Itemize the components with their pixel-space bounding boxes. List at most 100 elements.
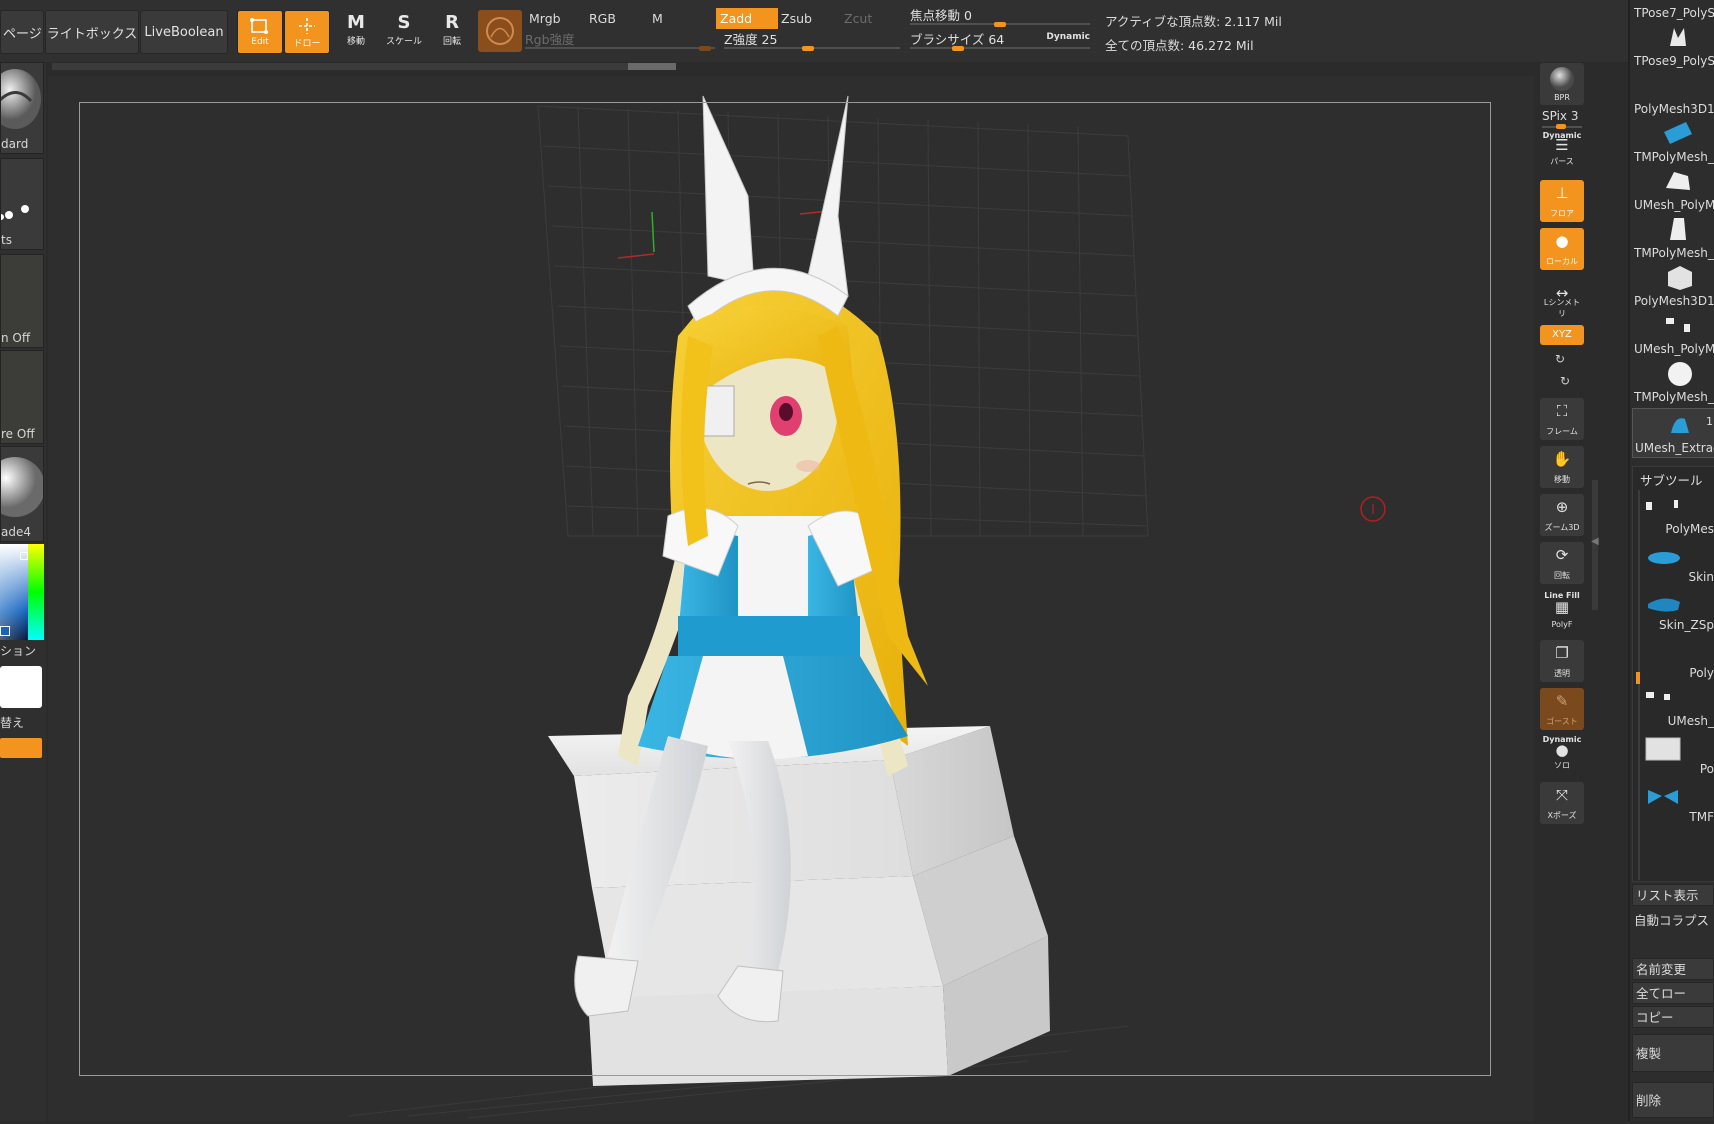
tool-item[interactable]: PolyMesh3D1_	[1632, 262, 1714, 310]
white-mesh-thumb-icon	[1666, 172, 1690, 190]
alpha-label: n Off	[1, 331, 31, 345]
polyf-label: PolyF	[1551, 620, 1573, 629]
move-view-button[interactable]: ✋ 移動	[1540, 446, 1584, 488]
subtool-item[interactable]: PolyMes	[1640, 494, 1714, 538]
hue-strip[interactable]	[28, 544, 44, 640]
subtool-item[interactable]: Skin_ZSp	[1640, 590, 1714, 634]
draw-size-slider[interactable]: ブラシサイズ 64 Dynamic	[910, 30, 1090, 51]
transparent-button[interactable]: ❐ 透明	[1540, 640, 1584, 682]
color-cursor[interactable]	[20, 552, 28, 560]
rgb-intensity-slider[interactable]: Rgb強度	[525, 30, 715, 51]
list-view-button[interactable]: リスト表示	[1632, 884, 1714, 906]
stroke-selector[interactable]: ts	[0, 158, 44, 250]
tool-item[interactable]: TPose7_PolySp	[1632, 0, 1714, 22]
page-button[interactable]: ページ	[0, 10, 44, 54]
subtool-item[interactable]: UMesh_	[1640, 686, 1714, 730]
tool-item[interactable]: UMesh_PolyMe	[1632, 310, 1714, 358]
rgb-intensity-knob[interactable]	[699, 46, 711, 51]
tool-item-name: PolyMesh3D1_	[1634, 102, 1714, 116]
duplicate-button[interactable]: 複製	[1632, 1034, 1714, 1072]
rotate-view-label: 回転	[1554, 571, 1570, 580]
lightbox-button[interactable]: ライトボックス	[45, 10, 139, 54]
tool-item-name: PolyMesh3D1_	[1634, 294, 1714, 308]
subtool-item-name: Poly	[1689, 666, 1714, 680]
focal-shift-slider[interactable]: 焦点移動 0	[910, 6, 1090, 27]
color-picker[interactable]	[0, 544, 44, 640]
texture-selector[interactable]: re Off	[0, 350, 44, 444]
scale-icon: S	[397, 12, 411, 33]
switch-color-button[interactable]	[0, 738, 42, 758]
bpr-button[interactable]: BPR	[1540, 63, 1584, 105]
rotate-button[interactable]: R 回転	[430, 12, 474, 50]
frame-label: フレーム	[1546, 427, 1578, 436]
perspective-button[interactable]: Dynamic ☰ パース	[1540, 130, 1584, 170]
z-intensity-knob[interactable]	[802, 46, 814, 51]
subtool-item[interactable]: Po	[1640, 734, 1714, 778]
secondary-color-swatch[interactable]	[0, 626, 10, 636]
focal-shift-knob[interactable]	[994, 22, 1006, 27]
zoom3d-button[interactable]: ⊕ ズーム3D	[1540, 494, 1584, 536]
subtool-item-name: TMF	[1689, 810, 1714, 824]
mrgb-toggle[interactable]: Mrgb	[525, 8, 585, 29]
zadd-toggle[interactable]: Zadd	[716, 8, 778, 29]
tool-item-current[interactable]: 1 UMesh_Extrac	[1632, 408, 1714, 458]
z-intensity-slider[interactable]: Z強度 25	[724, 30, 900, 51]
rotate-icon: R	[445, 12, 459, 33]
material-selector[interactable]: ade4	[0, 446, 44, 542]
white-mesh-thumb-icon	[1670, 218, 1686, 240]
rotate-y-icon[interactable]: ↻	[1555, 352, 1565, 366]
rgb-toggle[interactable]: RGB	[585, 8, 647, 29]
tool-item[interactable]: TMPolyMesh_	[1632, 118, 1714, 166]
dynamic-toggle[interactable]: Dynamic	[1046, 28, 1090, 47]
copy-button[interactable]: コピー	[1632, 1006, 1714, 1028]
pieces-thumb-icon	[1666, 318, 1690, 332]
subtool-item[interactable]: TMF	[1640, 782, 1714, 826]
liveboolean-button[interactable]: LiveBoolean	[140, 10, 228, 54]
brush-icon	[1, 69, 41, 129]
delete-button[interactable]: 削除	[1632, 1082, 1714, 1118]
document-frame	[79, 102, 1491, 1076]
polyf-button[interactable]: Line Fill ▦ PolyF	[1540, 590, 1584, 632]
local-button[interactable]: ● ローカル	[1540, 228, 1584, 270]
move-button[interactable]: M 移動	[334, 12, 378, 50]
brush-selector[interactable]: dard	[0, 62, 44, 154]
xpose-button[interactable]: ⤧ Xポーズ	[1540, 782, 1584, 824]
rotate-z-icon[interactable]: ↻	[1560, 374, 1570, 388]
zcut-toggle[interactable]: Zcut	[840, 8, 904, 29]
ghost-button[interactable]: ✎ ゴースト	[1540, 688, 1584, 730]
toolbar-scrollbar-thumb[interactable]	[628, 63, 676, 70]
tool-item[interactable]: TPose9_PolySp	[1632, 22, 1714, 70]
spix-knob[interactable]	[1556, 124, 1566, 129]
floor-button[interactable]: ⊥ フロア	[1540, 180, 1584, 222]
toolbar-scrollbar[interactable]	[52, 63, 676, 70]
tool-item[interactable]: UMesh_PolyMe	[1632, 166, 1714, 214]
edit-icon	[250, 18, 268, 34]
spix-slider[interactable]: SPix 3	[1542, 109, 1586, 129]
m-toggle[interactable]: M	[648, 8, 716, 29]
draw-size-knob[interactable]	[952, 46, 964, 51]
material-swatch-button[interactable]	[478, 10, 522, 52]
tool-item[interactable]: TMPolyMesh_	[1632, 214, 1714, 262]
zsub-toggle[interactable]: Zsub	[777, 8, 841, 29]
alpha-selector[interactable]: n Off	[0, 254, 44, 348]
solo-button[interactable]: Dynamic ● ソロ	[1540, 734, 1584, 774]
tool-item[interactable]: TMPolyMesh_	[1632, 358, 1714, 406]
rename-button[interactable]: 名前変更	[1632, 958, 1714, 980]
frame-button[interactable]: ⛶ フレーム	[1540, 398, 1584, 440]
tool-item[interactable]: PolyMesh3D1_	[1632, 70, 1714, 118]
main-color-swatch[interactable]	[0, 666, 42, 708]
subtool-item[interactable]: Poly	[1640, 638, 1714, 682]
move-label: 移動	[346, 37, 365, 47]
lsym-button[interactable]: ↔ Lシンメトリ	[1540, 280, 1584, 322]
scale-button[interactable]: S スケール	[382, 12, 426, 50]
subtool-item[interactable]: Skin	[1640, 542, 1714, 586]
collapse-arrow-icon[interactable]: ◀	[1591, 536, 1599, 547]
auto-collapse-toggle[interactable]: 自動コラプス	[1634, 910, 1709, 929]
edit-button[interactable]: Edit	[237, 10, 283, 54]
subtool-header[interactable]: サブツール	[1640, 470, 1703, 489]
draw-button[interactable]: ドロー	[284, 10, 330, 54]
canvas-viewport[interactable]	[48, 76, 1534, 1121]
xyz-toggle[interactable]: XYZ	[1540, 325, 1584, 345]
rotate-view-button[interactable]: ⟳ 回転	[1540, 542, 1584, 584]
all-low-button[interactable]: 全てロー	[1632, 982, 1714, 1004]
